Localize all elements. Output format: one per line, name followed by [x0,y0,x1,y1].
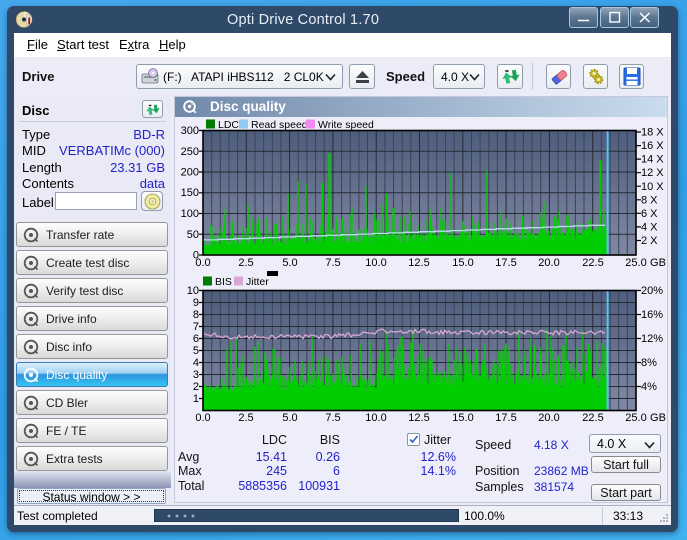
svg-text:2.5: 2.5 [238,412,253,424]
svg-text:Jitter: Jitter [246,276,269,288]
svg-text:7: 7 [193,321,199,333]
svg-text:12.5: 12.5 [408,412,429,424]
svg-text:4: 4 [193,357,199,369]
svg-text:50: 50 [187,229,199,241]
svg-text:5.0: 5.0 [282,412,297,424]
svg-text:22.5: 22.5 [582,412,603,424]
svg-text:12 X: 12 X [641,167,664,179]
svg-text:25.0: 25.0 [625,412,646,424]
svg-text:4 X: 4 X [641,221,658,233]
svg-text:150: 150 [181,187,199,199]
svg-text:BIS: BIS [215,276,232,288]
svg-text:1: 1 [193,393,199,405]
svg-text:15.0: 15.0 [452,412,473,424]
svg-text:10 X: 10 X [641,181,664,193]
svg-text:Read speed: Read speed [251,119,308,131]
svg-text:20.0: 20.0 [538,412,559,424]
svg-text:Write speed: Write speed [318,119,374,131]
svg-text:5: 5 [193,345,199,357]
svg-text:20%: 20% [641,285,663,297]
svg-text:7.5: 7.5 [325,412,340,424]
svg-text:10.0: 10.0 [365,412,386,424]
svg-text:GB: GB [650,412,666,424]
svg-text:17.5: 17.5 [495,412,516,424]
svg-text:2 X: 2 X [641,235,658,247]
svg-text:250: 250 [181,146,199,158]
svg-text:300: 300 [181,125,199,137]
svg-text:8%: 8% [641,357,657,369]
svg-text:LDC: LDC [218,119,239,131]
svg-text:16%: 16% [641,309,663,321]
svg-text:6 X: 6 X [641,208,658,220]
svg-text:9: 9 [193,297,199,309]
svg-text:16 X: 16 X [641,140,664,152]
svg-text:12%: 12% [641,333,663,345]
svg-text:8: 8 [193,309,199,321]
svg-text:0.0: 0.0 [195,412,210,424]
svg-text:4%: 4% [641,381,657,393]
svg-text:2: 2 [193,381,199,393]
svg-text:6: 6 [193,333,199,345]
svg-text:200: 200 [181,167,199,179]
svg-text:3: 3 [193,369,199,381]
svg-text:8 X: 8 X [641,194,658,206]
svg-text:14 X: 14 X [641,154,664,166]
svg-text:10: 10 [187,285,199,297]
svg-text:100: 100 [181,208,199,220]
svg-text:18 X: 18 X [641,127,664,139]
